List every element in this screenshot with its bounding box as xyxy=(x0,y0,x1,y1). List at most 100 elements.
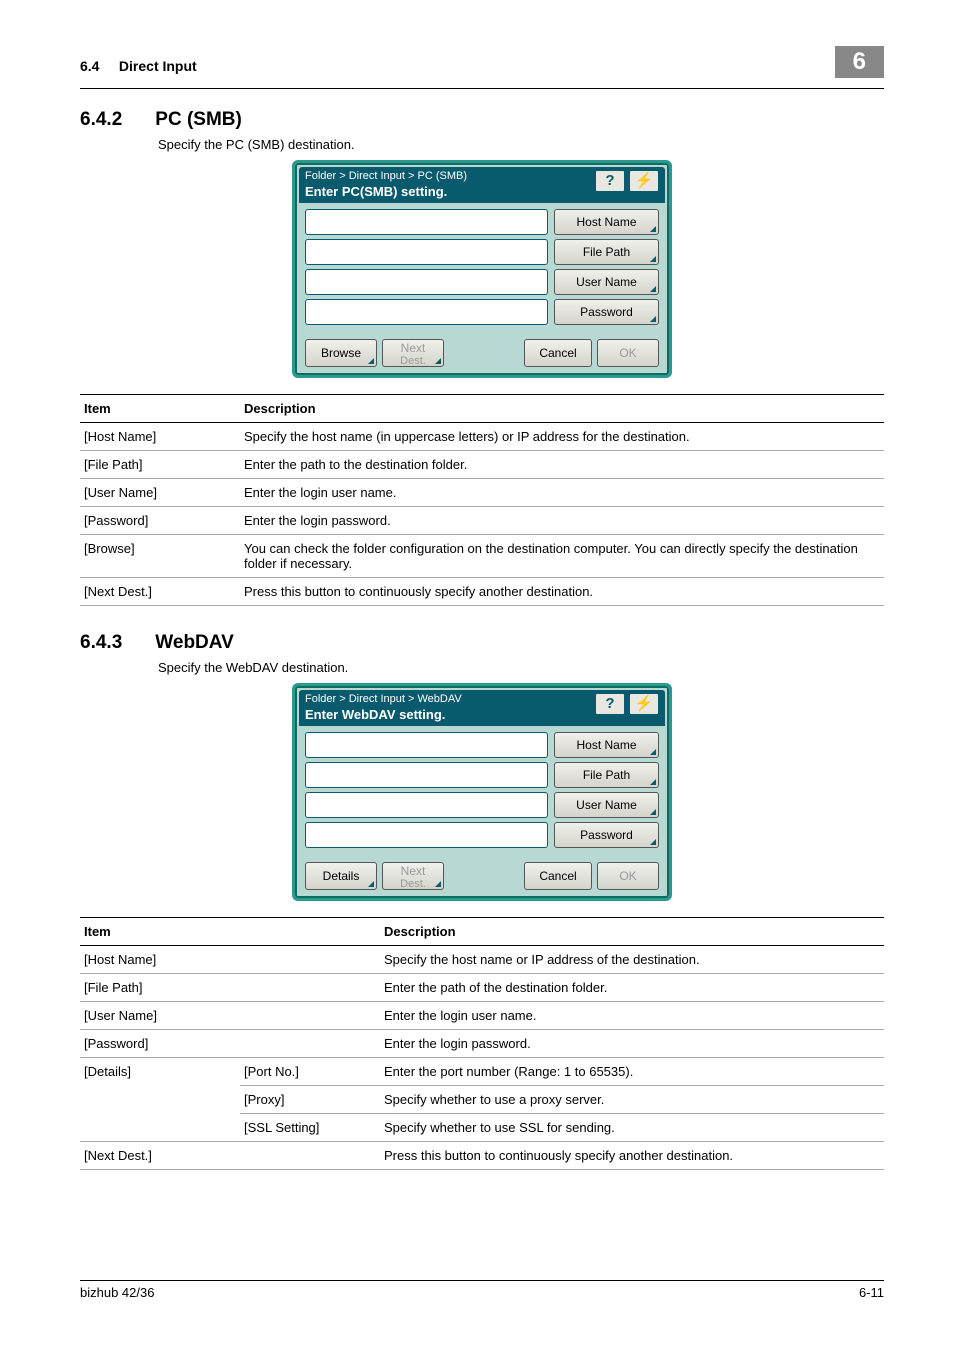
host-name-button[interactable]: Host Name xyxy=(554,732,659,758)
host-name-input[interactable] xyxy=(305,732,548,758)
cancel-button[interactable]: Cancel xyxy=(524,862,592,890)
password-button[interactable]: Password xyxy=(554,822,659,848)
cell-item: [Host Name] xyxy=(80,423,240,451)
browse-button[interactable]: Browse xyxy=(305,339,377,367)
corner-icon xyxy=(650,286,656,292)
ok-label: OK xyxy=(619,869,636,883)
cell-item: [Next Dest.] xyxy=(80,578,240,606)
table-row: [Password]Enter the login password. xyxy=(80,507,884,535)
file-path-button[interactable]: File Path xyxy=(554,762,659,788)
host-name-label: Host Name xyxy=(576,738,636,752)
user-name-button[interactable]: User Name xyxy=(554,792,659,818)
cell-desc: Specify whether to use SSL for sending. xyxy=(380,1114,884,1142)
next-dest-button[interactable]: Next Dest. xyxy=(382,862,444,890)
user-name-label: User Name xyxy=(576,798,637,812)
password-label: Password xyxy=(580,305,633,319)
browse-label: Browse xyxy=(321,346,361,360)
row-filepath: File Path xyxy=(305,762,659,788)
cell-desc: Specify the host name or IP address of t… xyxy=(380,946,884,974)
corner-icon xyxy=(650,779,656,785)
titlebar-icons: ? ⚡ xyxy=(595,693,659,715)
password-input[interactable] xyxy=(305,299,548,325)
password-input[interactable] xyxy=(305,822,548,848)
dest-label: Dest. xyxy=(400,878,426,890)
th-desc: Description xyxy=(380,918,884,946)
smb-table: Item Description [Host Name]Specify the … xyxy=(80,394,884,606)
host-name-input[interactable] xyxy=(305,209,548,235)
password-button[interactable]: Password xyxy=(554,299,659,325)
file-path-input[interactable] xyxy=(305,762,548,788)
corner-icon xyxy=(368,881,374,887)
cancel-button[interactable]: Cancel xyxy=(524,339,592,367)
th-item: Item xyxy=(80,395,240,423)
ok-button[interactable]: OK xyxy=(597,862,659,890)
help-icon[interactable]: ? xyxy=(595,693,625,715)
bottom-row: Details Next Dest. Cancel OK xyxy=(299,858,665,894)
cell-item: [Details] xyxy=(80,1058,240,1142)
bottom-row: Browse Next Dest. Cancel OK xyxy=(299,335,665,371)
file-path-input[interactable] xyxy=(305,239,548,265)
next-label: Next xyxy=(401,341,426,355)
help-icon[interactable]: ? xyxy=(595,170,625,192)
table-row: [User Name]Enter the login user name. xyxy=(80,479,884,507)
th-desc: Description xyxy=(240,395,884,423)
cell-item: [Password] xyxy=(80,507,240,535)
cell-desc: You can check the folder configuration o… xyxy=(240,535,884,578)
table-row: [Next Dest.]Press this button to continu… xyxy=(80,1142,884,1170)
table-row: [Host Name]Specify the host name (in upp… xyxy=(80,423,884,451)
cell-desc: Specify whether to use a proxy server. xyxy=(380,1086,884,1114)
row-username: User Name xyxy=(305,792,659,818)
heading-number: 6.4.3 xyxy=(80,632,150,654)
user-name-input[interactable] xyxy=(305,269,548,295)
energy-icon[interactable]: ⚡ xyxy=(629,693,659,715)
row-username: User Name xyxy=(305,269,659,295)
table-row: [Details] [Port No.] Enter the port numb… xyxy=(80,1058,884,1086)
footer-model: bizhub 42/36 xyxy=(80,1285,154,1300)
corner-icon xyxy=(650,749,656,755)
cell-item: [Host Name] xyxy=(80,946,380,974)
file-path-label: File Path xyxy=(583,245,630,259)
ok-label: OK xyxy=(619,346,636,360)
corner-icon xyxy=(650,839,656,845)
titlebar-left: Folder > Direct Input > WebDAV Enter Web… xyxy=(305,693,462,723)
cell-desc: Enter the port number (Range: 1 to 65535… xyxy=(380,1058,884,1086)
chapter-badge: 6 xyxy=(835,46,884,78)
cancel-label: Cancel xyxy=(539,346,576,360)
corner-icon xyxy=(368,358,374,364)
webdav-dialog: Folder > Direct Input > WebDAV Enter Web… xyxy=(292,683,672,901)
heading-webdav: 6.4.3 WebDAV xyxy=(80,632,884,654)
user-name-button[interactable]: User Name xyxy=(554,269,659,295)
cell-item: [User Name] xyxy=(80,479,240,507)
table-row: [Next Dest.]Press this button to continu… xyxy=(80,578,884,606)
next-dest-button[interactable]: Next Dest. xyxy=(382,339,444,367)
details-button[interactable]: Details xyxy=(305,862,377,890)
corner-icon xyxy=(650,256,656,262)
file-path-button[interactable]: File Path xyxy=(554,239,659,265)
cell-sub: [Proxy] xyxy=(240,1086,380,1114)
intro-webdav: Specify the WebDAV destination. xyxy=(158,660,884,675)
footer-page: 6-11 xyxy=(859,1285,884,1300)
user-name-input[interactable] xyxy=(305,792,548,818)
heading-number: 6.4.2 xyxy=(80,109,150,131)
th-item: Item xyxy=(80,918,380,946)
heading-text: PC (SMB) xyxy=(155,109,242,130)
corner-icon xyxy=(435,881,441,887)
cell-desc: Enter the login password. xyxy=(240,507,884,535)
file-path-label: File Path xyxy=(583,768,630,782)
ok-button[interactable]: OK xyxy=(597,339,659,367)
row-password: Password xyxy=(305,822,659,848)
cancel-label: Cancel xyxy=(539,869,576,883)
smb-dialog: Folder > Direct Input > PC (SMB) Enter P… xyxy=(292,160,672,378)
next-label: Next xyxy=(401,864,426,878)
section-title: Direct Input xyxy=(119,58,197,74)
cell-desc: Specify the host name (in uppercase lett… xyxy=(240,423,884,451)
host-name-button[interactable]: Host Name xyxy=(554,209,659,235)
intro-smb: Specify the PC (SMB) destination. xyxy=(158,137,884,152)
cell-item: [Password] xyxy=(80,1030,380,1058)
dialog-subtitle: Enter PC(SMB) setting. xyxy=(305,184,467,200)
energy-icon[interactable]: ⚡ xyxy=(629,170,659,192)
user-name-label: User Name xyxy=(576,275,637,289)
dest-label: Dest. xyxy=(400,355,426,367)
webdav-table: Item Description [Host Name]Specify the … xyxy=(80,917,884,1170)
cell-desc: Enter the login user name. xyxy=(380,1002,884,1030)
